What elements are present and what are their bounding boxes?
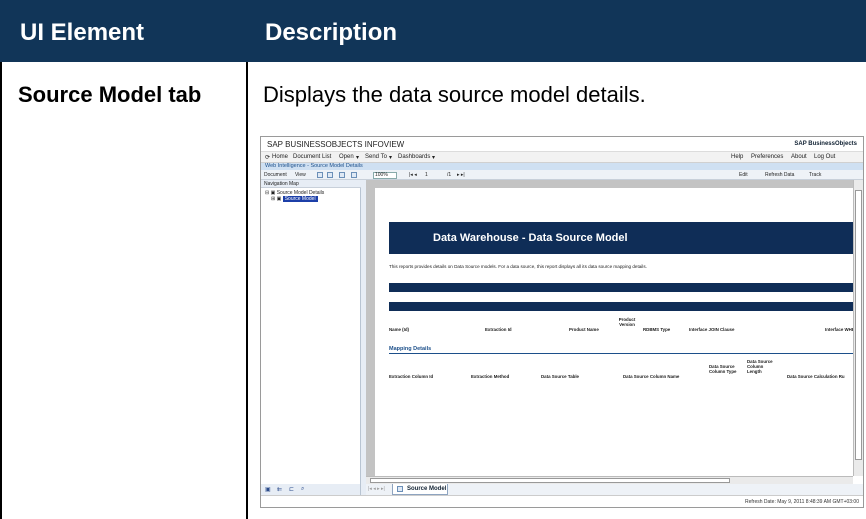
column-header: Data Source Column Type: [709, 364, 737, 374]
column-header: Product Version: [618, 317, 636, 327]
track-button[interactable]: Track: [809, 172, 821, 178]
mapping-details-title: Mapping Details: [389, 346, 432, 352]
menu-document-list[interactable]: Document List: [293, 154, 331, 160]
undo-icon[interactable]: [351, 172, 357, 178]
doc-table-header: UI Element Description: [0, 0, 866, 62]
main-menu-bar: ⟳ Home Document List Open ▾ Send To ▾ Da…: [261, 152, 863, 163]
first-page-icon[interactable]: |◂ ◂: [409, 172, 417, 178]
report-toolbar: Document View 100% |◂ ◂ 1 /1 ▸ ▸| Edit R…: [261, 170, 863, 180]
horizontal-scrollbar[interactable]: [366, 476, 853, 484]
column-header: RDBMS Type: [643, 327, 671, 332]
tab-navigation-icon[interactable]: |◂ ◂ ▸ ▸|: [368, 486, 385, 492]
next-page-icon[interactable]: ▸ ▸|: [457, 172, 465, 178]
tree-child-label: Source Model: [282, 196, 318, 202]
scrollbar-thumb[interactable]: [370, 478, 730, 483]
tab-source-model-label: Source Model: [407, 486, 447, 492]
chevron-down-icon[interactable]: ▾: [356, 154, 359, 161]
navigation-map-icon[interactable]: ▣: [265, 486, 271, 493]
report-banner: Data Warehouse - Data Source Model: [389, 222, 858, 254]
report-tab-icon: [397, 486, 403, 492]
chevron-down-icon[interactable]: ▾: [432, 154, 435, 161]
refresh-date: Refresh Date: May 9, 2011 8:48:39 AM GMT…: [745, 499, 859, 505]
column-header: Extraction Method: [471, 374, 510, 379]
input-controls-icon[interactable]: ⊏: [289, 486, 294, 493]
column-header: Data Source Calculation Ru: [787, 374, 845, 379]
column-header: Interface WHE: [825, 327, 855, 332]
column-header: Extraction Id: [485, 327, 512, 332]
column-header: Name (Id): [389, 327, 410, 332]
column-header-ui-element: UI Element: [20, 19, 145, 46]
search-icon[interactable]: ⌕: [301, 486, 304, 493]
app-title-bar: SAP BUSINESSOBJECTS INFOVIEW SAP Busines…: [261, 137, 863, 152]
navigation-map-title-bar: Navigation Map: [261, 180, 361, 188]
view-menu[interactable]: View: [295, 172, 306, 178]
column-header-description: Description: [265, 19, 398, 46]
chevron-down-icon[interactable]: ▾: [389, 154, 392, 161]
ui-element-description: Displays the data source model details.: [263, 82, 646, 107]
menu-help[interactable]: Help: [731, 154, 743, 160]
menu-preferences[interactable]: Preferences: [751, 154, 783, 160]
refresh-data-button[interactable]: Refresh Data: [765, 172, 794, 178]
print-icon[interactable]: [327, 172, 333, 178]
section-bar: [389, 302, 858, 311]
vertical-scrollbar[interactable]: [853, 180, 863, 476]
report-title: Data Warehouse - Data Source Model: [433, 232, 628, 244]
wi-title: Web Intelligence - Source Model Details: [265, 163, 363, 169]
column-header: Interface JOIN Clause: [689, 327, 735, 332]
report-intro: This reports provides details on Data So…: [389, 264, 647, 269]
tree-item-source-model[interactable]: ⊞ ▣ Source Model: [271, 196, 318, 202]
scrollbar-thumb[interactable]: [855, 190, 862, 460]
section-bar: [389, 283, 858, 292]
menu-home[interactable]: Home: [272, 154, 288, 160]
tab-source-model[interactable]: Source Model: [392, 484, 448, 495]
menu-dashboards[interactable]: Dashboards: [398, 154, 430, 160]
nav-pane-toolbar: ▣ ⇇ ⊏ ⌕: [261, 484, 361, 495]
app-title: SAP BUSINESSOBJECTS INFOVIEW: [267, 140, 405, 149]
column-header: Data Source Table: [541, 374, 579, 379]
infoview-screenshot: SAP BUSINESSOBJECTS INFOVIEW SAP Busines…: [260, 136, 864, 508]
save-icon[interactable]: [317, 172, 323, 178]
navigation-map-title: Navigation Map: [264, 181, 299, 187]
report-page: Data Warehouse - Data Source Model This …: [375, 188, 858, 476]
column-header: Product Name: [569, 327, 599, 332]
menu-send-to[interactable]: Send To: [365, 154, 387, 160]
table-column-divider: [246, 62, 248, 519]
column-header: Extraction Column Id: [389, 374, 434, 379]
brand-logo: SAP BusinessObjects: [794, 141, 857, 147]
column-header: Data Source Column Length: [747, 359, 773, 374]
web-intelligence-title-bar: Web Intelligence - Source Model Details: [261, 163, 863, 170]
menu-open[interactable]: Open: [339, 154, 354, 160]
document-menu[interactable]: Document: [264, 172, 287, 178]
filter-icon[interactable]: ⇇: [277, 486, 282, 493]
find-icon[interactable]: [339, 172, 345, 178]
home-icon[interactable]: ⟳: [265, 154, 270, 161]
mapping-divider: [389, 353, 858, 354]
page-number[interactable]: 1: [425, 172, 428, 178]
report-canvas: Data Warehouse - Data Source Model This …: [366, 180, 858, 476]
navigation-map-pane: Navigation Map ⊟ ▣ Source Model Details …: [261, 180, 361, 484]
page-total: /1: [447, 172, 452, 178]
column-header: Data Source Column Name: [623, 374, 680, 379]
report-tab-bar: |◂ ◂ ▸ ▸| Source Model: [366, 484, 863, 495]
ui-element-name: Source Model tab: [18, 82, 202, 107]
status-bar: Refresh Date: May 9, 2011 8:48:39 AM GMT…: [261, 495, 863, 507]
table-border-left: [0, 62, 2, 519]
edit-button[interactable]: Edit: [739, 172, 748, 178]
menu-about[interactable]: About: [791, 154, 807, 160]
zoom-value: 100%: [375, 172, 388, 178]
menu-log-out[interactable]: Log Out: [814, 154, 835, 160]
